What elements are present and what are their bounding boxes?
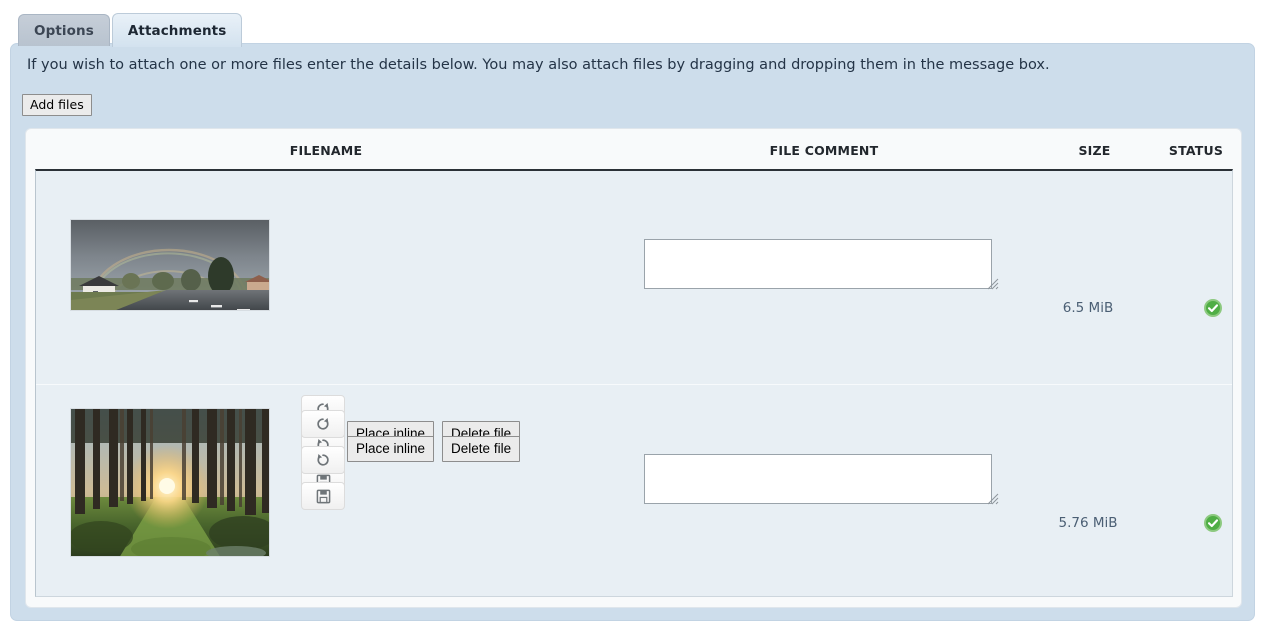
column-header-status: STATUS: [1168, 143, 1224, 158]
tab-attachments[interactable]: Attachments: [111, 13, 243, 47]
status-badge: [1203, 298, 1223, 318]
floppy-save-icon: [316, 489, 331, 504]
status-badge: [1203, 513, 1223, 533]
attachment-rows: Place inline Delete file 6.5 MiB Place i…: [35, 169, 1233, 597]
file-size: 6.5 MiB: [1062, 300, 1114, 316]
table-row: Place inline Delete file 6.5 MiB: [36, 171, 1232, 495]
attachments-instructions: If you wish to attach one or more files …: [27, 57, 1050, 73]
forest-sunset-thumbnail[interactable]: [70, 408, 270, 557]
column-header-file-comment: FILE COMMENT: [769, 143, 879, 158]
tab-attachments-label: Attachments: [127, 22, 227, 39]
place-inline-button[interactable]: Place inline: [347, 436, 435, 462]
tab-options-label: Options: [34, 22, 94, 39]
check-circle-icon: [1203, 298, 1223, 318]
add-files-button[interactable]: Add files: [22, 94, 92, 116]
tab-options[interactable]: Options: [18, 14, 110, 46]
delete-file-button[interactable]: Delete file: [442, 436, 521, 462]
check-circle-icon: [1203, 513, 1223, 533]
table-header-row: FILENAME FILE COMMENT SIZE STATUS: [26, 129, 1241, 169]
rotate-right-icon: [315, 416, 331, 432]
save-image-button[interactable]: [301, 482, 345, 510]
tab-bar: Options Attachments: [18, 10, 244, 47]
rotate-left-button[interactable]: [301, 446, 345, 474]
file-comment-input[interactable]: [644, 239, 992, 289]
file-comment-input[interactable]: [644, 454, 992, 504]
attachments-table: FILENAME FILE COMMENT SIZE STATUS Place …: [25, 128, 1242, 608]
file-size: 5.76 MiB: [1058, 515, 1118, 531]
rotate-left-icon: [315, 452, 331, 468]
rainbow-over-road-thumbnail[interactable]: [70, 219, 270, 311]
table-row: Place inline Delete file 5.76 MiB: [36, 384, 1232, 597]
column-header-filename: FILENAME: [289, 143, 363, 158]
rotate-right-button[interactable]: [301, 410, 345, 438]
file-actions-2: Place inline Delete file: [347, 436, 521, 462]
image-tools-2: [301, 410, 345, 510]
column-header-size: SIZE: [1078, 143, 1111, 158]
attachments-panel: If you wish to attach one or more files …: [10, 43, 1255, 621]
